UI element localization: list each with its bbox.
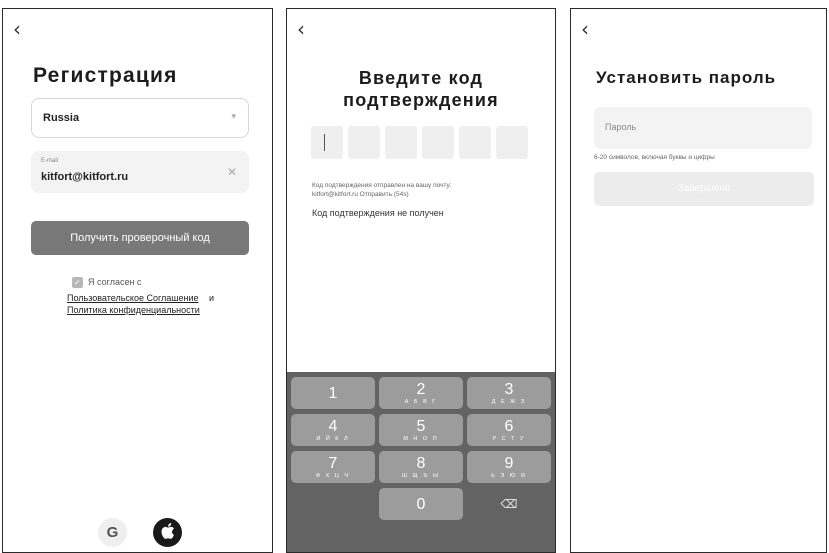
code-sent-line-2: kitfort@kitfort.ru Отправить (54s)	[312, 191, 409, 198]
email-label: E-mail	[41, 158, 59, 164]
key-6[interactable]: 6Р С Т У	[467, 414, 551, 446]
backspace-icon[interactable]: ⌫	[467, 488, 551, 520]
code-not-received-link[interactable]: Код подтверждения не получен	[312, 208, 444, 218]
code-digit-6[interactable]	[496, 126, 528, 159]
code-digit-4[interactable]	[422, 126, 454, 159]
password-hint: 6-20 символов, включая буквы и цифры	[594, 154, 715, 161]
code-digit-5[interactable]	[459, 126, 491, 159]
numeric-keypad: 1 2А Б В Г 3Д Е Ж З 4И Й К Л 5М Н О П 6Р…	[287, 372, 555, 552]
chevron-down-icon: ▾	[231, 112, 236, 122]
user-agreement-link[interactable]: Пользовательское Соглашение	[67, 293, 199, 303]
back-chevron-left-icon[interactable]: ‹	[581, 19, 589, 39]
back-chevron-left-icon[interactable]: ‹	[297, 19, 305, 39]
privacy-policy-link[interactable]: Политика конфиденциальности	[67, 305, 200, 315]
code-sent-message: Код подтверждения отправлен на вашу почт…	[312, 181, 532, 199]
google-icon: G	[106, 524, 119, 541]
country-select[interactable]: Russia ▾	[31, 98, 249, 138]
key-8[interactable]: 8Ш Щ Ъ Ы	[379, 451, 463, 483]
key-4[interactable]: 4И Й К Л	[291, 414, 375, 446]
password-placeholder: Пароль	[605, 122, 637, 132]
title-line-2: подтверждения	[343, 90, 499, 110]
country-value: Russia	[43, 112, 80, 124]
code-sent-line-1: Код подтверждения отправлен на вашу почт…	[312, 182, 452, 189]
page-title: Введите код подтверждения	[287, 67, 555, 111]
registration-screen: ‹ Регистрация Russia ▾ E-mail kitfort@ki…	[2, 8, 273, 553]
agree-checkbox-check-icon[interactable]: ✓	[72, 277, 83, 288]
password-field[interactable]: Пароль	[594, 107, 812, 149]
key-3[interactable]: 3Д Е Ж З	[467, 377, 551, 409]
code-digit-2[interactable]	[348, 126, 380, 159]
done-button[interactable]: Завершено	[594, 172, 814, 206]
code-digit-3[interactable]	[385, 126, 417, 159]
code-digit-1[interactable]	[311, 126, 343, 159]
key-7[interactable]: 7Ф Х Ц Ч	[291, 451, 375, 483]
key-5[interactable]: 5М Н О П	[379, 414, 463, 446]
email-field[interactable]: E-mail kitfort@kitfort.ru ✕	[31, 151, 249, 193]
key-0[interactable]: 0	[379, 488, 463, 520]
page-title: Установить пароль	[596, 68, 777, 87]
apple-icon	[161, 522, 174, 539]
clear-icon[interactable]: ✕	[227, 165, 237, 179]
apple-login-button[interactable]	[153, 518, 182, 547]
get-code-button[interactable]: Получить проверочный код	[31, 221, 249, 255]
title-line-1: Введите код	[358, 68, 484, 88]
page-title: Регистрация	[33, 64, 178, 87]
back-chevron-left-icon[interactable]: ‹	[13, 19, 21, 39]
email-value: kitfort@kitfort.ru	[41, 171, 129, 183]
verification-screen: ‹ Введите код подтверждения Код подтверж…	[286, 8, 556, 553]
key-1[interactable]: 1	[291, 377, 375, 409]
and-text: и	[209, 293, 215, 303]
text-cursor	[324, 134, 325, 151]
google-login-button[interactable]: G	[98, 518, 127, 547]
set-password-screen: ‹ Установить пароль Пароль 6-20 символов…	[570, 8, 827, 553]
agree-label: Я согласен с	[88, 277, 142, 287]
key-2[interactable]: 2А Б В Г	[379, 377, 463, 409]
key-9[interactable]: 9Ь Э Ю Я	[467, 451, 551, 483]
